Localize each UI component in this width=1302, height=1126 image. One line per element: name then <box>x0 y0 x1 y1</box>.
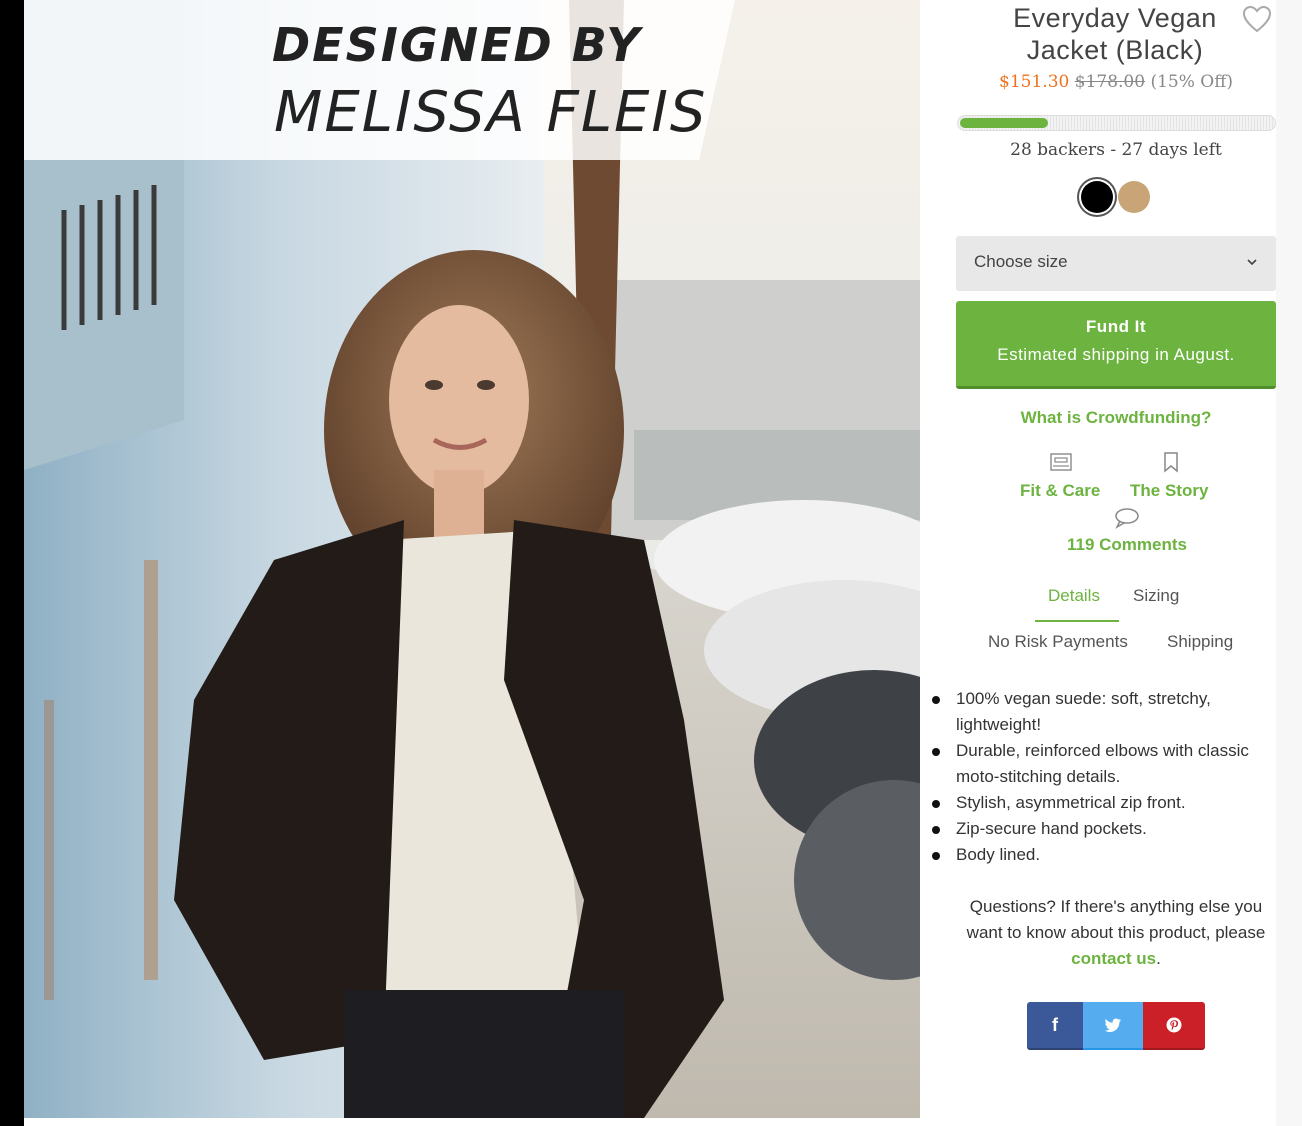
sale-price: $151.30 <box>999 72 1070 92</box>
questions-period: . <box>1156 949 1161 968</box>
backers-days-left: 28 backers - 27 days left <box>1010 140 1222 160</box>
fit-care-link[interactable]: Fit & Care <box>1020 481 1100 501</box>
color-swatch-tan[interactable] <box>1118 181 1150 213</box>
banner-designed-by: DESIGNED BY <box>272 18 642 72</box>
heart-icon[interactable] <box>1242 5 1272 33</box>
banner-designer-name: MELISSA FLEIS <box>274 80 708 145</box>
tab-no-risk-payments[interactable]: No Risk Payments <box>988 632 1128 652</box>
size-select-label: Choose size <box>974 252 1068 271</box>
facebook-icon: f <box>1052 1014 1058 1035</box>
details-list-item: 100% vegan suede: soft, stretchy, lightw… <box>930 686 1280 738</box>
hero-photo <box>24 0 920 1118</box>
active-tab-indicator <box>1035 620 1119 622</box>
tab-shipping[interactable]: Shipping <box>1167 632 1233 652</box>
product-title: Everyday Vegan Jacket (Black) <box>1013 3 1217 65</box>
details-list-item: Body lined. <box>930 842 1280 868</box>
details-list-item: Durable, reinforced elbows with classic … <box>930 738 1280 790</box>
tab-details[interactable]: Details <box>1048 586 1100 606</box>
bookmark-icon <box>1164 452 1178 473</box>
details-list: 100% vegan suede: soft, stretchy, lightw… <box>930 686 1280 868</box>
tab-sizing[interactable]: Sizing <box>1133 586 1179 606</box>
comment-bubble-icon <box>1115 508 1139 529</box>
funding-progress-fill <box>960 118 1048 128</box>
share-pinterest-button[interactable] <box>1143 1002 1205 1050</box>
product-panel: Everyday Vegan Jacket (Black) $151.30 $1… <box>920 0 1276 1126</box>
chevron-down-icon <box>1247 259 1257 266</box>
original-price: $178.00 <box>1074 72 1146 92</box>
right-page-gutter <box>1276 0 1302 1126</box>
estimated-shipping-label: Estimated shipping in August. <box>997 345 1235 364</box>
price-row: $151.30 $178.00 (15% Off) <box>956 72 1276 92</box>
pinterest-icon <box>1166 1017 1182 1033</box>
product-hero-image: DESIGNED BY MELISSA FLEIS <box>24 0 920 1118</box>
details-list-item: Zip-secure hand pockets. <box>930 816 1280 842</box>
what-is-crowdfunding-link[interactable]: What is Crowdfunding? <box>956 408 1276 428</box>
color-swatch-black[interactable] <box>1081 181 1113 213</box>
share-facebook-button[interactable]: f <box>1027 1002 1083 1050</box>
fund-it-button[interactable]: Fund It Estimated shipping in August. <box>956 301 1276 389</box>
share-twitter-button[interactable] <box>1083 1002 1143 1050</box>
comments-link[interactable]: 119 Comments <box>1067 535 1187 555</box>
fund-it-label: Fund It <box>1085 317 1147 336</box>
size-select[interactable]: Choose size <box>956 236 1276 291</box>
twitter-icon <box>1104 1018 1121 1032</box>
the-story-link[interactable]: The Story <box>1130 481 1208 501</box>
left-edge-strip <box>0 0 24 1126</box>
funding-progress-bar <box>957 115 1276 131</box>
details-list-item: Stylish, asymmetrical zip front. <box>930 790 1280 816</box>
questions-text: Questions? If there's anything else you … <box>956 894 1276 972</box>
discount-label: (15% Off) <box>1150 72 1233 92</box>
questions-body: Questions? If there's anything else you … <box>966 897 1266 942</box>
sewing-machine-icon <box>1050 453 1072 471</box>
contact-us-link[interactable]: contact us <box>1071 949 1156 968</box>
